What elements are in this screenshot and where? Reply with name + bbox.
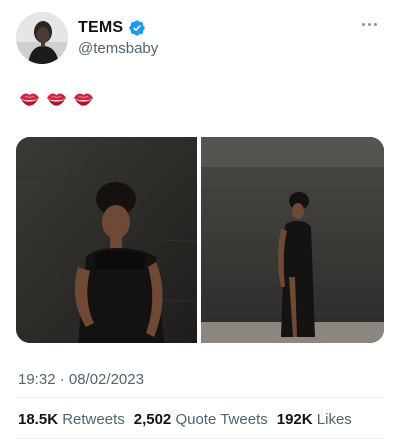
verified-badge-icon bbox=[128, 19, 146, 37]
media-photo-1[interactable] bbox=[16, 137, 197, 343]
media-grid bbox=[16, 137, 384, 343]
kiss-mark-icon bbox=[18, 89, 41, 109]
tweet-text bbox=[18, 88, 99, 109]
quote-tweets-label: Quote Tweets bbox=[175, 411, 268, 428]
divider bbox=[16, 438, 384, 439]
author-name-row[interactable]: TEMS bbox=[78, 19, 146, 37]
tweet-timestamp[interactable]: 19:32 · 08/02/2023 bbox=[18, 371, 144, 388]
retweets-label: Retweets bbox=[62, 411, 125, 428]
retweets-count: 18.5K bbox=[18, 411, 59, 428]
likes-count: 192K bbox=[276, 411, 313, 428]
engagement-stats: 18.5K Retweets 2,502 Quote Tweets 192K L… bbox=[18, 411, 352, 428]
author-handle[interactable]: @temsbaby bbox=[78, 40, 158, 57]
quote-tweets-stat[interactable]: 2,502 Quote Tweets bbox=[134, 411, 268, 428]
avatar[interactable] bbox=[16, 12, 68, 64]
more-options-icon[interactable] bbox=[362, 18, 382, 30]
full-length-photo-image bbox=[201, 137, 384, 343]
likes-label: Likes bbox=[316, 411, 352, 428]
avatar-image bbox=[16, 12, 68, 64]
tweet: TEMS @temsbaby 19:32 · 08/02/2023 18.5K … bbox=[0, 0, 400, 443]
portrait-photo-image bbox=[16, 137, 197, 343]
kiss-mark-icon bbox=[72, 89, 95, 109]
kiss-mark-icon bbox=[45, 89, 68, 109]
divider bbox=[16, 397, 384, 398]
media-photo-2[interactable] bbox=[201, 137, 384, 343]
quote-tweets-count: 2,502 bbox=[133, 411, 172, 428]
likes-stat[interactable]: 192K Likes bbox=[277, 411, 352, 428]
retweets-stat[interactable]: 18.5K Retweets bbox=[18, 411, 125, 428]
author-display-name[interactable]: TEMS bbox=[78, 19, 123, 37]
